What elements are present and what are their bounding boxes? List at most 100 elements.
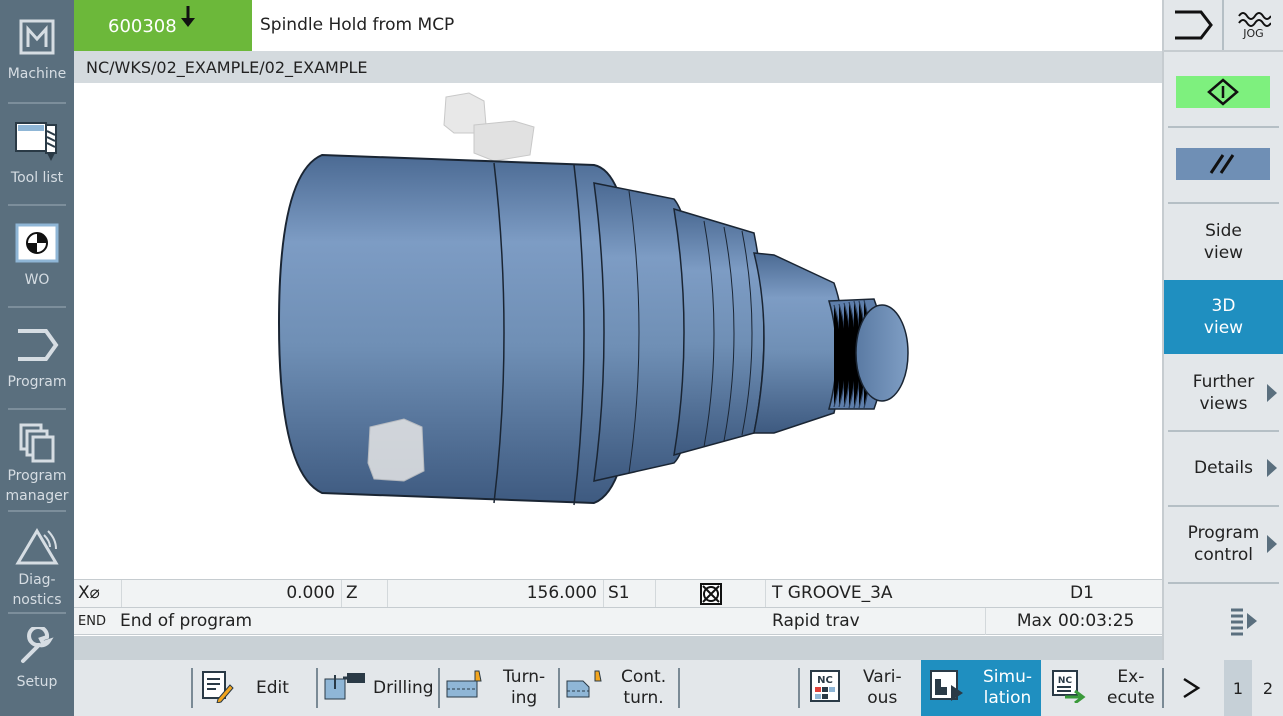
details-label: Details <box>1194 458 1253 478</box>
sidebar-item-wo[interactable]: WO <box>0 206 74 306</box>
workpiece-3d-view <box>277 92 909 506</box>
program-mode-icon <box>1175 10 1213 40</box>
sidebar-item-program[interactable]: Program <box>0 308 74 408</box>
edit-label: Edit <box>256 677 289 698</box>
time-value: 00:03:25 <box>1058 611 1135 631</box>
program-control-label: Program control <box>1187 523 1260 565</box>
program-icon <box>14 322 60 368</box>
execute-button[interactable]: NC Ex-ecute <box>1043 660 1161 716</box>
feed-mode: Rapid trav <box>766 608 986 635</box>
page-1-button[interactable]: 1 <box>1224 660 1252 716</box>
next-button[interactable] <box>1168 660 1214 716</box>
turning-label: Turn-ing <box>503 667 546 708</box>
simulation-icon <box>929 669 965 708</box>
edit-button[interactable]: Edit <box>194 660 316 716</box>
svg-text:NC: NC <box>817 675 833 686</box>
submenu-arrow-icon <box>1267 459 1277 477</box>
divider <box>1168 202 1279 204</box>
softkey-divider <box>1162 668 1164 708</box>
divider <box>1164 50 1283 52</box>
softkey-divider <box>438 668 440 708</box>
drilling-label: Drilling <box>373 677 434 698</box>
arrow-down-icon <box>178 4 198 30</box>
jog-label: JOG <box>1243 27 1264 40</box>
wrench-icon <box>14 624 60 670</box>
cycle-start-button[interactable] <box>1176 76 1270 108</box>
bottom-softkey-bar: Edit Drilling Turn-ing Cont. turn. NC Var… <box>74 660 1283 716</box>
cycle-stop-button[interactable] <box>1176 148 1270 180</box>
drilling-icon <box>323 669 367 708</box>
program-manager-icon <box>14 420 60 466</box>
axis-z-value: 156.000 <box>388 580 604 607</box>
simulation-label: Simu-lation <box>983 667 1032 708</box>
block-label: END <box>78 614 106 629</box>
nc-execute-icon: NC <box>1051 669 1087 708</box>
more-softkeys-button[interactable] <box>1164 584 1283 658</box>
program-status-message: End of program <box>120 611 253 631</box>
softkey-divider <box>798 668 800 708</box>
spindle-label: S1 <box>604 580 656 607</box>
sidebar-item-label: Setup <box>16 674 58 690</box>
tool-offset: D1 <box>1070 583 1094 603</box>
program-control-button[interactable]: Program control <box>1164 507 1283 581</box>
sidebar-item-label: WO <box>24 272 50 288</box>
sidebar-item-setup[interactable]: Setup <box>0 614 74 714</box>
contour-turning-label: Cont. turn. <box>621 667 667 708</box>
further-views-button[interactable]: Further views <box>1164 356 1283 430</box>
further-views-label: Further views <box>1192 372 1255 414</box>
alarm-code[interactable]: 600308 <box>74 0 252 51</box>
axis-x-label: X⌀ <box>74 580 122 607</box>
details-button[interactable]: Details <box>1164 432 1283 504</box>
simulation-viewport[interactable] <box>74 83 1162 579</box>
submenu-arrow-icon <box>1267 384 1277 402</box>
sidebar-item-machine[interactable]: Machine <box>0 0 74 100</box>
sidebar-item-label: Machine <box>7 66 67 82</box>
softkey-divider <box>678 668 680 708</box>
spindle-stop-icon <box>656 580 766 607</box>
diagnostics-icon <box>14 524 60 570</box>
work-offset-icon <box>14 220 60 266</box>
turning-icon <box>445 669 485 708</box>
program-mode-button[interactable] <box>1164 0 1222 50</box>
sidebar-item-label: Diag-nostics <box>12 572 62 608</box>
machine-icon <box>14 14 60 60</box>
3d-view-label: 3D view <box>1203 296 1244 338</box>
axis-x-value: 0.000 <box>122 580 342 607</box>
sidebar-item-label: Tool list <box>10 170 64 186</box>
submenu-arrow-icon <box>1267 535 1277 553</box>
status-row: END End of program Rapid trav Max 00:03:… <box>74 607 1162 635</box>
sidebar-item-label: Program manager <box>5 468 69 504</box>
jog-mode-button[interactable]: JOG <box>1224 0 1283 50</box>
right-softkey-panel: JOG Side view 3D view Further views Details… <box>1162 0 1283 660</box>
simulation-button[interactable]: Simu-lation <box>921 660 1041 716</box>
divider <box>1168 126 1279 128</box>
more-list-icon <box>1230 608 1257 636</box>
chevron-right-icon <box>1183 677 1201 699</box>
cycle-start-icon <box>1207 78 1239 106</box>
softkey-divider <box>558 668 560 708</box>
3d-view-button[interactable]: 3D view <box>1164 280 1283 354</box>
position-row: X⌀ 0.000 Z 156.000 S1 T GROOVE_3A D1 <box>74 579 1162 607</box>
sidebar-item-tool-list[interactable]: Tool list <box>0 104 74 204</box>
time-label: Max <box>1016 611 1052 631</box>
cycle-stop-icon <box>1209 154 1235 174</box>
tool-name: T GROOVE_3A <box>772 583 893 603</box>
contour-turning-button[interactable]: Cont. turn. <box>561 660 679 716</box>
softkey-divider <box>191 668 193 708</box>
sidebar-item-diagnostics[interactable]: Diag-nostics <box>0 512 74 612</box>
chuck-jaw-top <box>443 92 535 162</box>
softkey-divider <box>316 668 318 708</box>
chuck-jaw-bottom <box>367 418 425 482</box>
svg-text:NC: NC <box>1058 676 1073 686</box>
sidebar: Machine Tool list WO Program Program man… <box>0 0 74 716</box>
page-2-button[interactable]: 2 <box>1255 660 1281 716</box>
program-path: NC/WKS/02_EXAMPLE/02_EXAMPLE <box>74 51 1162 83</box>
jog-wave-icon <box>1237 12 1271 27</box>
side-view-button[interactable]: Side view <box>1164 206 1283 278</box>
drilling-button[interactable]: Drilling <box>319 660 439 716</box>
various-button[interactable]: NC Vari-ous <box>801 660 919 716</box>
contour-turning-icon <box>565 669 605 708</box>
sidebar-item-label: Program <box>7 374 67 390</box>
turning-button[interactable]: Turn-ing <box>441 660 557 716</box>
sidebar-item-program-manager[interactable]: Program manager <box>0 410 74 510</box>
